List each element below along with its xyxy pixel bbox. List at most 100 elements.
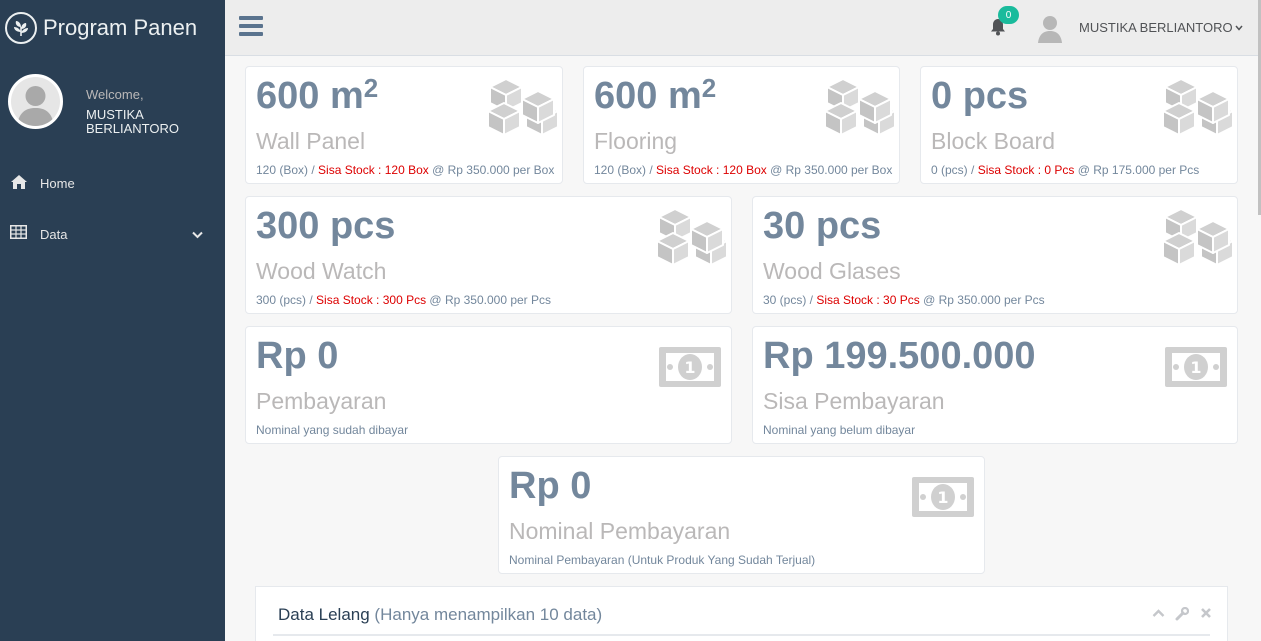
- tile-value-text: 600 m: [594, 75, 702, 117]
- tile-price: @ Rp 350.000 per Box: [428, 163, 555, 177]
- tile-footer: Nominal yang sudah dibayar: [256, 423, 408, 437]
- stat-tile: Rp 0 Pembayaran Nominal yang sudah dibayar…: [245, 326, 732, 444]
- stat-tile: 300 pcs Wood Watch 300 (pcs) / Sisa Stock …: [245, 196, 732, 314]
- tile-foot-text: 30 (pcs) /: [763, 293, 817, 307]
- brand-title: Program Panen: [43, 15, 198, 40]
- stock-remaining: Sisa Stock : 120 Box: [318, 163, 429, 177]
- cubes-icon: [1161, 77, 1237, 144]
- svg-text:1: 1: [937, 488, 948, 507]
- panel-title-main: Data Lelang: [278, 605, 370, 624]
- tile-footer: 120 (Box) / Sisa Stock : 120 Box @ Rp 35…: [594, 163, 892, 177]
- tile-value-text: 600 m: [256, 75, 364, 117]
- profile-name: MUSTIKA BERLIANTORO: [86, 107, 179, 136]
- collapse-icon[interactable]: [1151, 607, 1165, 621]
- panel-subtitle: (Hanya menampilkan 10 data): [374, 605, 603, 624]
- menu-toggle-icon[interactable]: [239, 16, 263, 36]
- table-icon: [10, 225, 28, 243]
- tile-footer: 300 (pcs) / Sisa Stock : 300 Pcs @ Rp 35…: [256, 293, 551, 307]
- money-icon: 1: [1163, 345, 1229, 396]
- tile-value-text: Rp 0: [509, 465, 592, 507]
- tile-foot-text: 300 (pcs) /: [256, 293, 317, 307]
- tile-label: Pembayaran: [256, 388, 387, 414]
- chevron-down-icon[interactable]: [1235, 23, 1243, 34]
- tile-value-unit-exponent: 2: [701, 73, 717, 103]
- tile-label: Wall Panel: [256, 128, 366, 154]
- tile-label: Sisa Pembayaran: [763, 388, 945, 414]
- sidebar-item-home[interactable]: Home: [0, 165, 225, 201]
- tile-value-text: Rp 0: [256, 335, 339, 377]
- tile-value: 600 m2: [594, 73, 717, 118]
- svg-text:1: 1: [1190, 358, 1201, 377]
- tile-footer: 120 (Box) / Sisa Stock : 120 Box @ Rp 35…: [256, 163, 554, 177]
- panel-title: Data Lelang (Hanya menampilkan 10 data): [278, 605, 602, 625]
- tile-label: Block Board: [931, 128, 1056, 154]
- tile-value: 600 m2: [256, 73, 379, 118]
- tile-value: 300 pcs: [256, 205, 395, 248]
- chevron-down-icon: [192, 227, 203, 242]
- tile-price: @ Rp 350.000 per Pcs: [426, 293, 552, 307]
- tile-price: @ Rp 175.000 per Pcs: [1074, 163, 1200, 177]
- home-icon: [10, 174, 28, 192]
- welcome-text: Welcome,: [86, 87, 144, 102]
- cubes-icon: [823, 77, 899, 144]
- tile-price: @ Rp 350.000 per Box: [766, 163, 893, 177]
- tile-label: Flooring: [594, 128, 678, 154]
- cubes-icon: [655, 207, 731, 274]
- top-navbar: 0 MUSTIKA BERLIANTORO: [225, 0, 1261, 56]
- wrench-icon[interactable]: [1175, 606, 1190, 621]
- stat-tile: 600 m2 Wall Panel 120 (Box) / Sisa Stock :…: [245, 66, 563, 184]
- money-icon: 1: [657, 345, 723, 396]
- stock-remaining: Sisa Stock : 120 Box: [656, 163, 767, 177]
- divider: [273, 634, 1210, 636]
- tile-value-text: Rp 199.500.000: [763, 335, 1036, 377]
- money-icon: 1: [910, 475, 976, 526]
- tile-value-text: 300 pcs: [256, 205, 396, 247]
- tile-value: 0 pcs: [931, 75, 1028, 118]
- tile-value: Rp 199.500.000: [763, 335, 1036, 378]
- tile-value: Rp 0: [256, 335, 338, 378]
- svg-text:1: 1: [684, 358, 695, 377]
- stat-tile: Rp 0 Nominal Pembayaran Nominal Pembayaran…: [498, 456, 985, 574]
- cubes-icon: [1161, 207, 1237, 274]
- tile-foot-text: Nominal yang sudah dibayar: [256, 423, 409, 437]
- tile-foot-text: 120 (Box) /: [594, 163, 657, 177]
- tile-value: 30 pcs: [763, 205, 881, 248]
- stock-remaining: Sisa Stock : 300 Pcs: [316, 293, 427, 307]
- tile-value-text: 0 pcs: [931, 75, 1029, 117]
- tile-footer: 30 (pcs) / Sisa Stock : 30 Pcs @ Rp 350.…: [763, 293, 1045, 307]
- tile-value-text: 30 pcs: [763, 205, 882, 247]
- notification-badge: 0: [998, 6, 1019, 24]
- tile-footer: Nominal yang belum dibayar: [763, 423, 915, 437]
- tile-label: Wood Watch: [256, 258, 387, 284]
- tile-foot-text: 0 (pcs) /: [931, 163, 978, 177]
- stat-tile: 600 m2 Flooring 120 (Box) / Sisa Stock : 1…: [583, 66, 900, 184]
- stock-remaining: Sisa Stock : 0 Pcs: [977, 163, 1075, 177]
- close-icon[interactable]: [1199, 607, 1213, 621]
- user-avatar[interactable]: [1037, 14, 1063, 43]
- stat-tile: Rp 199.500.000 Sisa Pembayaran Nominal yan…: [752, 326, 1238, 444]
- stock-remaining: Sisa Stock : 30 Pcs: [816, 293, 920, 307]
- data-lelang-panel: Data Lelang (Hanya menampilkan 10 data): [255, 586, 1228, 641]
- avatar: [8, 74, 63, 129]
- tile-value: Rp 0: [509, 465, 591, 508]
- tile-price: @ Rp 350.000 per Pcs: [919, 293, 1045, 307]
- leaf-icon: [5, 12, 37, 44]
- tile-footer: Nominal Pembayaran (Untuk Produk Yang Su…: [509, 553, 815, 567]
- tile-foot-text: 120 (Box) /: [256, 163, 319, 177]
- brand[interactable]: Program Panen: [0, 0, 225, 56]
- tile-label: Nominal Pembayaran: [509, 518, 731, 544]
- stat-tile: 0 pcs Block Board 0 (pcs) / Sisa Stock : 0…: [920, 66, 1238, 184]
- tile-label: Wood Glases: [763, 258, 901, 284]
- sidebar-item-data[interactable]: Data: [0, 216, 225, 252]
- cubes-icon: [486, 77, 562, 144]
- tile-footer: 0 (pcs) / Sisa Stock : 0 Pcs @ Rp 175.00…: [931, 163, 1199, 177]
- tile-value-unit-exponent: 2: [363, 73, 379, 103]
- sidebar: Program Panen Welcome, MUSTIKA BERLIANTO…: [0, 0, 225, 641]
- panel-toolbox: [1151, 606, 1213, 621]
- tile-foot-text: Nominal Pembayaran (Untuk Produk Yang Su…: [509, 553, 816, 567]
- sidebar-item-label: Data: [40, 226, 68, 242]
- sidebar-item-label: Home: [40, 175, 75, 191]
- tile-foot-text: Nominal yang belum dibayar: [763, 423, 916, 437]
- stat-tile: 30 pcs Wood Glases 30 (pcs) / Sisa Stock :…: [752, 196, 1238, 314]
- user-menu[interactable]: MUSTIKA BERLIANTORO: [1079, 20, 1233, 35]
